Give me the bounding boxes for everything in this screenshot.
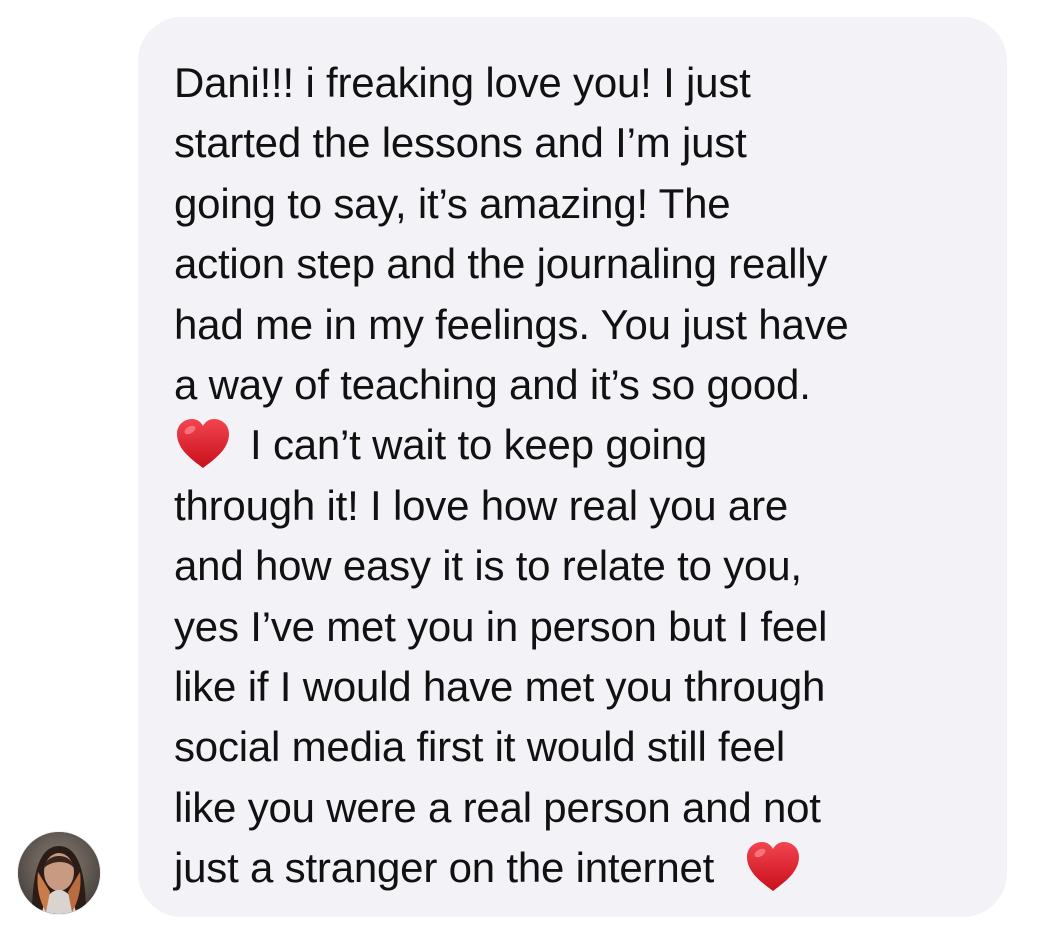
message-line-with-heart: I can’t wait to keep going <box>174 415 974 475</box>
message-bubble[interactable]: Dani!!! i freaking love you! I just star… <box>138 17 1007 917</box>
message-line: social media first it would still feel <box>174 723 785 771</box>
message-line-text: I can’t wait to keep going <box>250 421 708 469</box>
message-line: action step and the journaling really <box>174 240 828 288</box>
message-line-with-heart: just a stranger on the internet <box>174 838 974 898</box>
message-line: like if I would have met you through <box>174 662 826 710</box>
message-line: like you were a real person and not <box>174 783 821 831</box>
red-heart-icon <box>744 840 802 894</box>
message-line: started the lessons and I’m just <box>174 119 747 167</box>
message-line: going to say, it’s amazing! The <box>174 179 731 227</box>
message-line: through it! I love how real you are <box>174 481 789 529</box>
message-line: and how easy it is to relate to you, <box>174 542 802 590</box>
red-heart-icon <box>174 417 232 471</box>
message-line: Dani!!! i freaking love you! I just <box>174 59 751 106</box>
message-line: yes I’ve met you in person but I feel <box>174 602 828 650</box>
message-line: a way of teaching and it’s so good. <box>174 360 811 408</box>
message-line-text: just a stranger on the internet <box>174 844 715 892</box>
message-line: had me in my feelings. You just have <box>174 300 849 348</box>
message-text: Dani!!! i freaking love you! I just star… <box>174 53 974 898</box>
message-row: Dani!!! i freaking love you! I just star… <box>0 0 1039 925</box>
sender-avatar[interactable] <box>18 832 100 914</box>
avatar-photo-icon <box>18 832 100 914</box>
